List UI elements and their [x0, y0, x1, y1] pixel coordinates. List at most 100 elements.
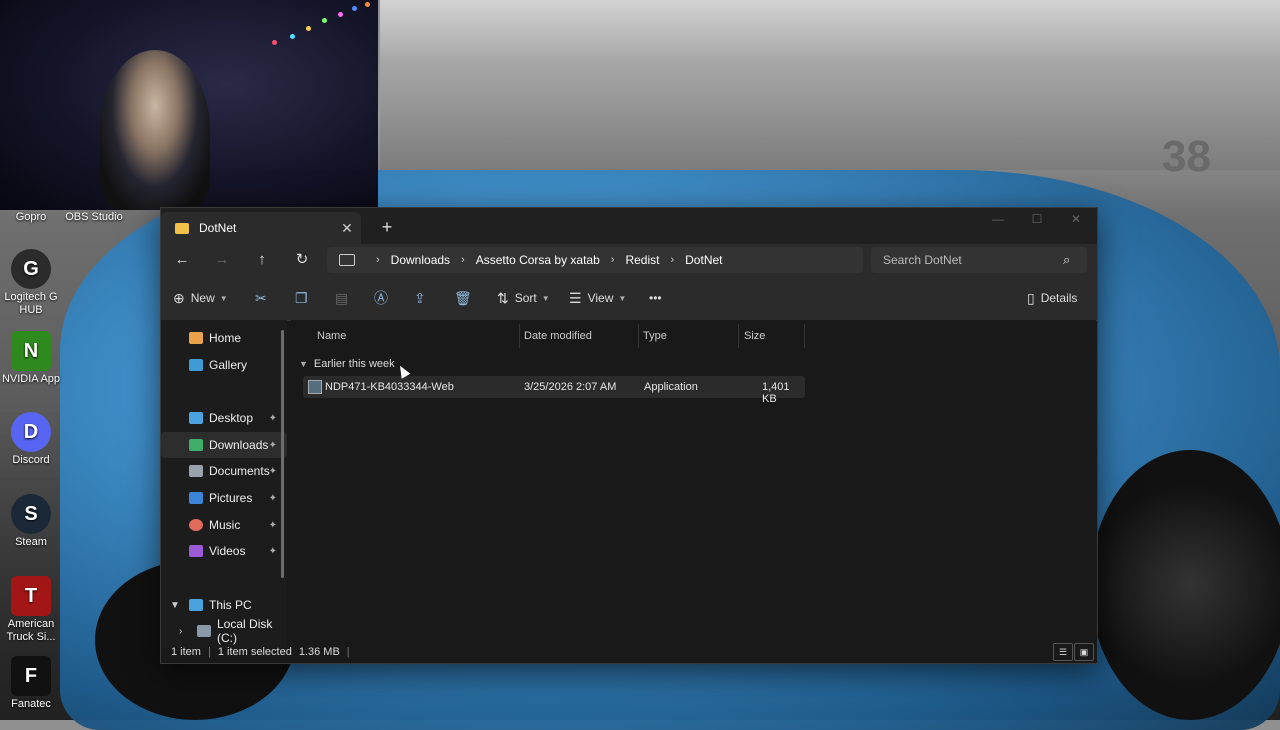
refresh-button[interactable]: ↻: [287, 248, 317, 272]
chevron-down-icon[interactable]: ▼: [170, 600, 180, 611]
sidebar-item-label: Music: [209, 518, 241, 532]
close-window-button[interactable]: ✕: [1057, 208, 1095, 230]
paste-button[interactable]: ▤: [335, 286, 354, 310]
breadcrumb-separator: ›: [610, 254, 615, 266]
sidebar-item-label: Home: [209, 331, 242, 345]
discord-icon: D: [11, 412, 51, 452]
desktop-icon-label: Steam: [15, 536, 47, 548]
search-icon: ⌕: [1063, 252, 1071, 267]
details-label: Details: [1040, 291, 1078, 305]
copy-icon: ❐: [295, 289, 308, 306]
desktop-icon-label: NVIDIA App: [1, 373, 61, 385]
tab-close-button[interactable]: ✕: [333, 220, 361, 237]
delete-button[interactable]: 🗑: [454, 286, 478, 310]
sort-button[interactable]: ⇅ Sort ▼: [497, 286, 550, 310]
sidebar-item-home[interactable]: Home: [161, 325, 287, 351]
breadcrumb-assetto[interactable]: Assetto Corsa by xatab: [476, 253, 600, 267]
desktop-label-obs[interactable]: OBS Studio: [63, 211, 125, 224]
sidebar-scrollbar[interactable]: [281, 330, 284, 578]
share-button[interactable]: ⇪: [414, 286, 432, 310]
up-button[interactable]: ↑: [247, 248, 277, 272]
copy-button[interactable]: ❐: [295, 286, 314, 310]
sidebar-item-desktop[interactable]: Desktop ✦: [161, 405, 287, 431]
column-header-name[interactable]: Name: [317, 324, 520, 348]
music-icon: [189, 519, 203, 531]
tab-dotnet[interactable]: DotNet ✕: [161, 212, 361, 244]
sidebar-item-label: Downloads: [209, 438, 269, 452]
sidebar-item-label: Gallery: [209, 358, 248, 372]
new-label: New: [190, 291, 215, 305]
gallery-icon: [189, 359, 203, 371]
breadcrumb-dotnet[interactable]: DotNet: [685, 253, 722, 267]
chevron-down-icon: ▼: [219, 293, 228, 303]
desktop-icon-discord[interactable]: D Discord: [0, 412, 62, 467]
tiles-view-button[interactable]: ▣: [1074, 643, 1094, 661]
search-input[interactable]: Search DotNet: [871, 253, 1063, 267]
more-options-button[interactable]: •••: [649, 286, 662, 310]
details-view-button[interactable]: ☰: [1053, 643, 1073, 661]
desktop-icon-logitech[interactable]: G Logitech G HUB: [0, 249, 62, 317]
sidebar-item-gallery[interactable]: Gallery: [161, 352, 287, 378]
desktop-icon-label: American Truck Si...: [6, 618, 56, 643]
group-header[interactable]: ▼ Earlier this week: [299, 358, 395, 370]
rename-button[interactable]: Ⓐ: [374, 286, 394, 310]
chevron-down-icon: ▼: [618, 293, 627, 303]
downloads-icon: [189, 439, 203, 451]
rename-icon: Ⓐ: [374, 290, 388, 306]
sidebar-item-documents[interactable]: Documents ✦: [161, 458, 287, 484]
desktop-icon-american-truck[interactable]: T American Truck Si...: [0, 576, 62, 644]
desktop-icon-steam[interactable]: S Steam: [0, 494, 62, 549]
table-row[interactable]: NDP471-KB4033344-Web 3/25/2026 2:07 AM A…: [303, 376, 805, 405]
details-pane-button[interactable]: ▯ Details: [1027, 286, 1077, 310]
pictures-icon: [189, 492, 203, 504]
file-name: NDP471-KB4033344-Web: [325, 381, 454, 393]
column-header-size[interactable]: Size: [744, 324, 805, 348]
sidebar-item-local-disk[interactable]: › Local Disk (C:): [161, 617, 287, 645]
search-box[interactable]: Search DotNet ⌕: [871, 247, 1087, 273]
chevron-right-icon[interactable]: ›: [179, 626, 182, 637]
sidebar-item-videos[interactable]: Videos ✦: [161, 538, 287, 564]
maximize-button[interactable]: ☐: [1018, 208, 1056, 230]
videos-icon: [189, 545, 203, 557]
new-tab-button[interactable]: +: [375, 216, 399, 240]
back-button[interactable]: ←: [167, 248, 197, 272]
this-pc-icon: [339, 254, 355, 266]
desktop-icon-label: Logitech G HUB: [4, 291, 58, 316]
scissors-icon: ✂: [255, 289, 267, 306]
breadcrumb-separator: ›: [461, 254, 465, 266]
column-header-date[interactable]: Date modified: [524, 324, 639, 348]
column-header-type[interactable]: Type: [643, 324, 739, 348]
this-pc-icon: [189, 599, 203, 611]
wallpaper-number: 38: [1162, 132, 1211, 181]
cut-button[interactable]: ✂: [255, 286, 273, 310]
more-icon: •••: [649, 291, 662, 305]
sidebar-item-downloads[interactable]: Downloads ✦: [161, 432, 287, 458]
status-bar: 1 item | 1 item selected 1.36 MB | ☰ ▣: [161, 642, 1097, 662]
pin-icon: ✦: [268, 545, 277, 557]
desktop-icon-label: Fanatec: [11, 698, 51, 710]
view-button[interactable]: ☰ View ▼: [569, 286, 626, 310]
pin-icon: ✦: [268, 412, 277, 424]
sidebar-item-pictures[interactable]: Pictures ✦: [161, 485, 287, 511]
wallpaper-wheel-right: [1090, 450, 1280, 720]
sidebar-item-label: Local Disk (C:): [217, 617, 273, 645]
new-button[interactable]: ⊕ New ▼: [173, 286, 228, 310]
desktop-icon-fanatec[interactable]: F Fanatec: [0, 656, 62, 711]
sidebar-item-this-pc[interactable]: ▼ This PC: [161, 592, 287, 618]
breadcrumb-downloads[interactable]: Downloads: [391, 253, 450, 267]
desktop-label-gopro[interactable]: Gopro: [0, 211, 62, 224]
sidebar-item-label: This PC: [209, 598, 252, 612]
breadcrumb-redist[interactable]: Redist: [625, 253, 659, 267]
breadcrumb[interactable]: › Downloads › Assetto Corsa by xatab › R…: [327, 247, 863, 273]
sidebar-item-label: Pictures: [209, 491, 253, 505]
desktop-icon-nvidia[interactable]: N NVIDIA App: [0, 331, 62, 386]
sidebar-item-music[interactable]: Music ✦: [161, 512, 287, 538]
plus-circle-icon: ⊕: [173, 289, 185, 306]
file-size: 1,401 KB: [762, 381, 790, 405]
forward-button[interactable]: →: [207, 248, 237, 272]
breadcrumb-separator: ›: [670, 254, 675, 266]
minimize-button[interactable]: —: [979, 208, 1017, 230]
sidebar-item-label: Desktop: [209, 411, 254, 425]
webcam-person: [100, 50, 210, 210]
status-item-count: 1 item: [171, 646, 201, 658]
